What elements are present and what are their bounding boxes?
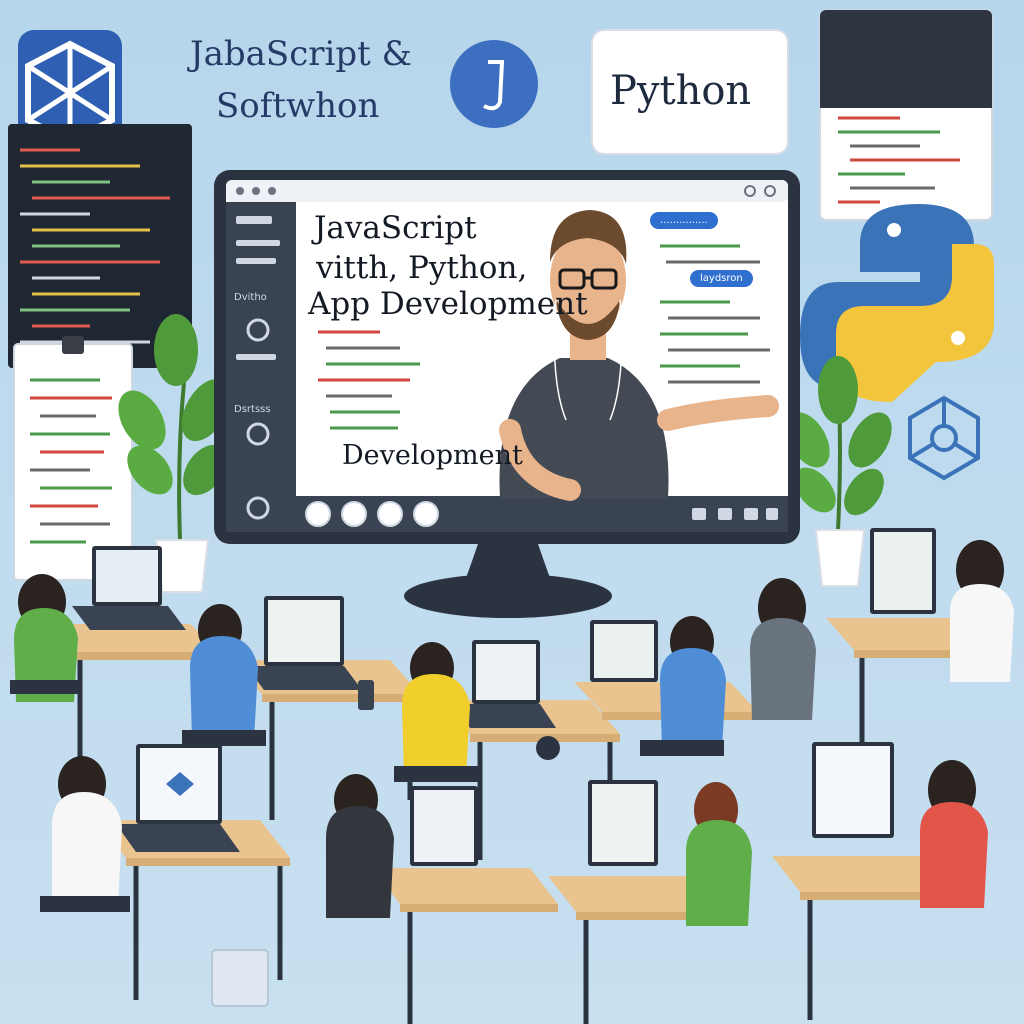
- sidebar-label-2: Dsrtsss: [234, 404, 271, 415]
- sidebar-label-1: Dvitho: [234, 292, 267, 303]
- title-line-2: Softwhon: [216, 86, 380, 126]
- slide-chip-1: ...............: [650, 212, 718, 229]
- clipboard-left: [13, 336, 133, 581]
- js-badge-icon: [450, 40, 538, 128]
- illustration-canvas: [0, 0, 1024, 1024]
- slide-line-2: vitth, Python,: [316, 250, 528, 286]
- slide-line-4: Development: [342, 440, 523, 471]
- classroom-scene: JabaScript & Softwhon Python JavaScript …: [0, 0, 1024, 1024]
- python-label: Python: [610, 68, 752, 114]
- storage-box: [211, 949, 269, 1007]
- code-window-top-right: [819, 9, 993, 221]
- title-line-1: JabaScript &: [190, 34, 412, 74]
- slide-chip-2: laydsron: [690, 270, 753, 287]
- slide-line-1: JavaScript: [314, 210, 477, 246]
- slide-line-3: App Development: [308, 286, 588, 322]
